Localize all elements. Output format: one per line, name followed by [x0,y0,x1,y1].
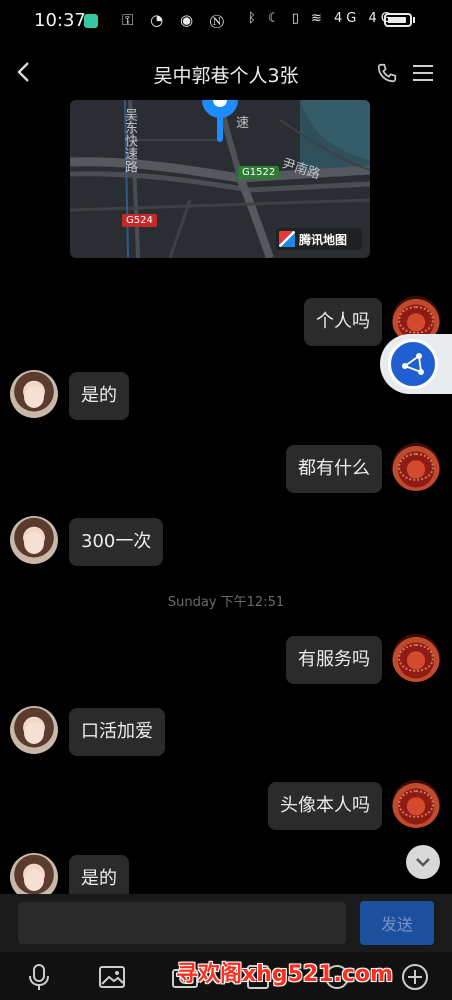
message-bubble[interactable]: 个人吗 [304,298,382,346]
add-icon[interactable] [400,962,430,992]
my-avatar[interactable] [392,634,440,682]
shield-icon [84,14,98,28]
map-pin-icon [202,100,238,142]
message-bubble[interactable]: 口活加爱 [69,708,165,756]
battery-tip [413,17,415,23]
phone-icon[interactable] [376,62,398,84]
input-bar: 发送 [0,894,452,952]
image-icon[interactable] [97,962,127,992]
contact-avatar[interactable] [10,516,58,564]
road-sign-g524: G524 [122,214,157,227]
message-bubble[interactable]: 是的 [69,372,129,420]
map-road-label: 吴东快速路 [122,108,137,173]
send-button[interactable]: 发送 [360,901,434,945]
message-input[interactable] [18,902,346,944]
battery-icon [384,13,412,27]
microphone-icon[interactable] [24,962,54,992]
map-brand: 腾讯地图 [276,228,362,250]
message-timestamp: Sunday 下午12:51 [167,595,285,610]
floating-assistant-button[interactable] [380,334,452,394]
status-right-icons: ᛒ ☾ ▯ ≋ 4G 4G [248,11,395,26]
message-bubble[interactable]: 都有什么 [286,445,382,493]
chat-header: 吴中郭巷个人3张 [0,44,452,100]
status-time: 10:37 [34,10,86,31]
contact-avatar[interactable] [10,706,58,754]
chevron-down-icon [416,858,430,867]
contact-avatar[interactable] [10,370,58,418]
my-avatar[interactable] [392,780,440,828]
message-bubble[interactable]: 有服务吗 [286,636,382,684]
location-map-card[interactable]: 吴东快速路 速 尹南路 G1522 G524 腾讯地图 [70,100,370,258]
menu-icon[interactable] [412,64,434,82]
message-bubble[interactable]: 300一次 [69,518,164,566]
road-sign-g1522: G1522 [238,166,280,179]
status-bar: 10:37 ⚿ ◔ ◉ Ⓝ ᛒ ☾ ▯ ≋ 4G 4G [0,0,452,44]
my-avatar[interactable] [392,443,440,491]
share-network-icon [388,339,438,389]
watermark: 寻欢阁xhg521.com [176,962,393,987]
map-brand-text: 腾讯地图 [299,233,348,247]
tencent-map-logo-icon [279,231,295,247]
status-left-icons: ⚿ ◔ ◉ Ⓝ [122,11,230,29]
map-road-label: 速 [236,116,250,131]
message-bubble[interactable]: 头像本人吗 [268,782,382,830]
scroll-down-button[interactable] [406,845,440,879]
